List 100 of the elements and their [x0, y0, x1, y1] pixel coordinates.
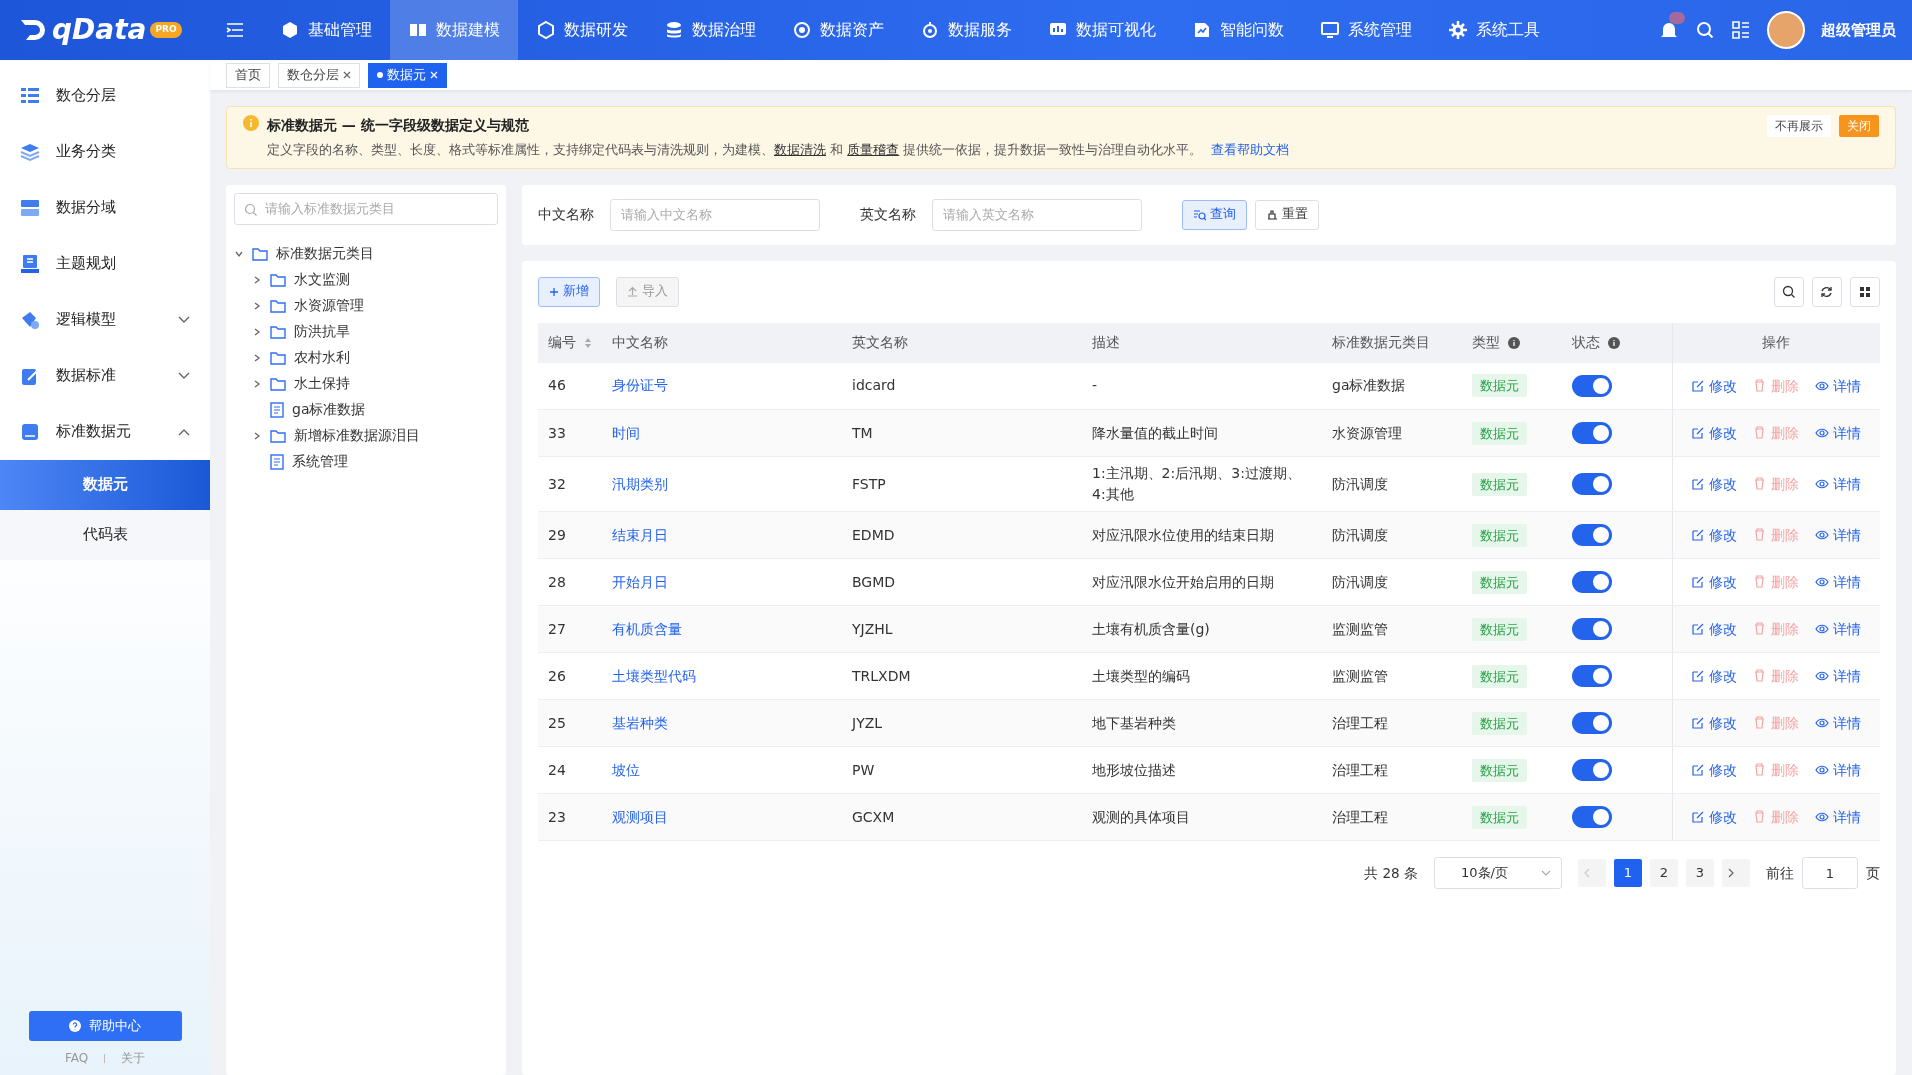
- page-tab[interactable]: 数仓分层: [278, 62, 360, 88]
- close-icon[interactable]: [343, 71, 351, 79]
- edit-icon: [1691, 716, 1706, 730]
- sidebar-item[interactable]: 数仓分层: [0, 68, 210, 124]
- nav-tab[interactable]: 数据建模: [390, 0, 518, 60]
- tree-node[interactable]: 防洪抗旱: [234, 318, 498, 345]
- footer-link[interactable]: 关于: [121, 1049, 146, 1067]
- edit-link[interactable]: 修改: [1691, 665, 1738, 687]
- sidebar-item[interactable]: 主题规划: [0, 236, 210, 292]
- user-name[interactable]: 超级管理员: [1821, 18, 1896, 42]
- tree-node[interactable]: 农村水利: [234, 344, 498, 371]
- page-number-field[interactable]: 1: [1802, 857, 1858, 889]
- detail-link[interactable]: 详情: [1815, 571, 1862, 593]
- text-field[interactable]: 请输入英文名称: [932, 198, 1142, 231]
- detail-link[interactable]: 详情: [1815, 759, 1862, 781]
- edit-link[interactable]: 修改: [1691, 422, 1738, 444]
- nav-tab[interactable]: 智能问数: [1174, 0, 1302, 60]
- inline-link[interactable]: 数据清洗: [774, 142, 826, 157]
- page-button[interactable]: 2: [1650, 859, 1678, 887]
- toggle-switch[interactable]: [1572, 374, 1612, 397]
- name-link[interactable]: 观测项目: [612, 808, 668, 825]
- nav-tab[interactable]: 数据治理: [646, 0, 774, 60]
- nav-tab[interactable]: 系统工具: [1430, 0, 1558, 60]
- edit-link[interactable]: 修改: [1691, 375, 1738, 396]
- name-link[interactable]: 结束月日: [612, 526, 668, 543]
- name-link[interactable]: 汛期类别: [612, 475, 668, 492]
- sidebar-item[interactable]: 数据标准: [0, 348, 210, 404]
- detail-link[interactable]: 详情: [1815, 422, 1862, 444]
- sidebar-item[interactable]: 业务分类: [0, 124, 210, 180]
- edit-link[interactable]: 修改: [1691, 473, 1738, 495]
- nav-tab[interactable]: 数据可视化: [1030, 0, 1174, 60]
- tree-node[interactable]: 标准数据元类目: [234, 240, 498, 267]
- toggle-switch[interactable]: [1572, 665, 1612, 687]
- nav-tab[interactable]: 数据资产: [774, 0, 902, 60]
- search-icon[interactable]: [1695, 20, 1715, 40]
- name-link[interactable]: 有机质含量: [612, 620, 682, 637]
- sidebar-item[interactable]: 数据分域: [0, 180, 210, 236]
- sidebar-subitem[interactable]: 数据元: [0, 460, 210, 510]
- search-button[interactable]: [1774, 276, 1804, 307]
- help-center-button[interactable]: 帮助中心: [28, 1011, 182, 1041]
- toggle-switch[interactable]: [1572, 806, 1612, 828]
- sidebar-item[interactable]: 标准数据元: [0, 404, 210, 460]
- name-link[interactable]: 土壤类型代码: [612, 667, 696, 684]
- toggle-switch[interactable]: [1572, 759, 1612, 781]
- edit-link[interactable]: 修改: [1691, 759, 1738, 781]
- name-link[interactable]: 基岩种类: [612, 714, 668, 731]
- text-field[interactable]: 请输入中文名称: [610, 198, 820, 231]
- edit-link[interactable]: 修改: [1691, 618, 1738, 640]
- toggle-switch[interactable]: [1572, 571, 1612, 593]
- nav-tab[interactable]: 数据服务: [902, 0, 1030, 60]
- nav-tab[interactable]: 基础管理: [262, 0, 390, 60]
- grid-button[interactable]: [1850, 276, 1880, 307]
- edit-link[interactable]: 修改: [1691, 524, 1738, 546]
- page-tab[interactable]: 首页: [226, 62, 270, 88]
- inline-link[interactable]: 质量稽查: [847, 142, 900, 157]
- reset-button[interactable]: 重置: [1255, 199, 1319, 230]
- detail-link[interactable]: 详情: [1815, 524, 1862, 546]
- tree-node[interactable]: 系统管理: [234, 448, 498, 475]
- toggle-switch[interactable]: [1572, 422, 1612, 444]
- grid-list-icon[interactable]: [1731, 20, 1751, 40]
- refresh-button[interactable]: [1812, 276, 1842, 307]
- tree-node[interactable]: 水资源管理: [234, 292, 498, 319]
- tree-node[interactable]: 新增标准数据源泪目: [234, 422, 498, 449]
- edit-link[interactable]: 修改: [1691, 806, 1738, 828]
- toggle-switch[interactable]: [1572, 524, 1612, 546]
- detail-link[interactable]: 详情: [1815, 473, 1862, 495]
- tree-search-field[interactable]: 请输入标准数据元类目: [234, 192, 498, 225]
- avatar[interactable]: [1767, 11, 1805, 49]
- page-tab[interactable]: 数据元: [368, 62, 447, 88]
- name-link[interactable]: 坡位: [612, 761, 640, 778]
- detail-link[interactable]: 详情: [1815, 665, 1862, 687]
- page-button[interactable]: 3: [1686, 859, 1714, 887]
- toggle-switch[interactable]: [1572, 712, 1612, 734]
- edit-link[interactable]: 修改: [1691, 571, 1738, 593]
- bell-icon[interactable]: [1659, 20, 1679, 40]
- nav-tab[interactable]: 数据研发: [518, 0, 646, 60]
- page-button[interactable]: 1: [1614, 859, 1642, 887]
- toggle-switch[interactable]: [1572, 618, 1612, 640]
- tree-node[interactable]: 水文监测: [234, 266, 498, 293]
- help-doc-link[interactable]: 查看帮助文档: [1210, 142, 1289, 157]
- edit-link[interactable]: 修改: [1691, 712, 1738, 734]
- dismiss-button[interactable]: 不再展示: [1767, 115, 1831, 137]
- folder-icon: [270, 350, 286, 365]
- name-link[interactable]: 时间: [612, 424, 640, 441]
- detail-link[interactable]: 详情: [1815, 806, 1862, 828]
- page-size-select[interactable]: 10条/页: [1434, 857, 1562, 889]
- sidebar-subitem[interactable]: 代码表: [0, 510, 210, 560]
- tree-node[interactable]: 水土保持: [234, 370, 498, 397]
- name-link[interactable]: 开始月日: [612, 573, 668, 590]
- tree-node[interactable]: ga标准数据: [234, 396, 498, 423]
- detail-link[interactable]: 详情: [1815, 375, 1862, 396]
- detail-link[interactable]: 详情: [1815, 712, 1862, 734]
- search-button[interactable]: 查询: [1182, 199, 1247, 230]
- name-link[interactable]: 身份证号: [612, 377, 668, 394]
- detail-link[interactable]: 详情: [1815, 618, 1862, 640]
- nav-tab[interactable]: 系统管理: [1302, 0, 1430, 60]
- sidebar-item[interactable]: 逻辑模型: [0, 292, 210, 348]
- menu-icon[interactable]: [226, 22, 244, 38]
- add-button[interactable]: 新增: [538, 276, 600, 307]
- toggle-switch[interactable]: [1572, 473, 1612, 495]
